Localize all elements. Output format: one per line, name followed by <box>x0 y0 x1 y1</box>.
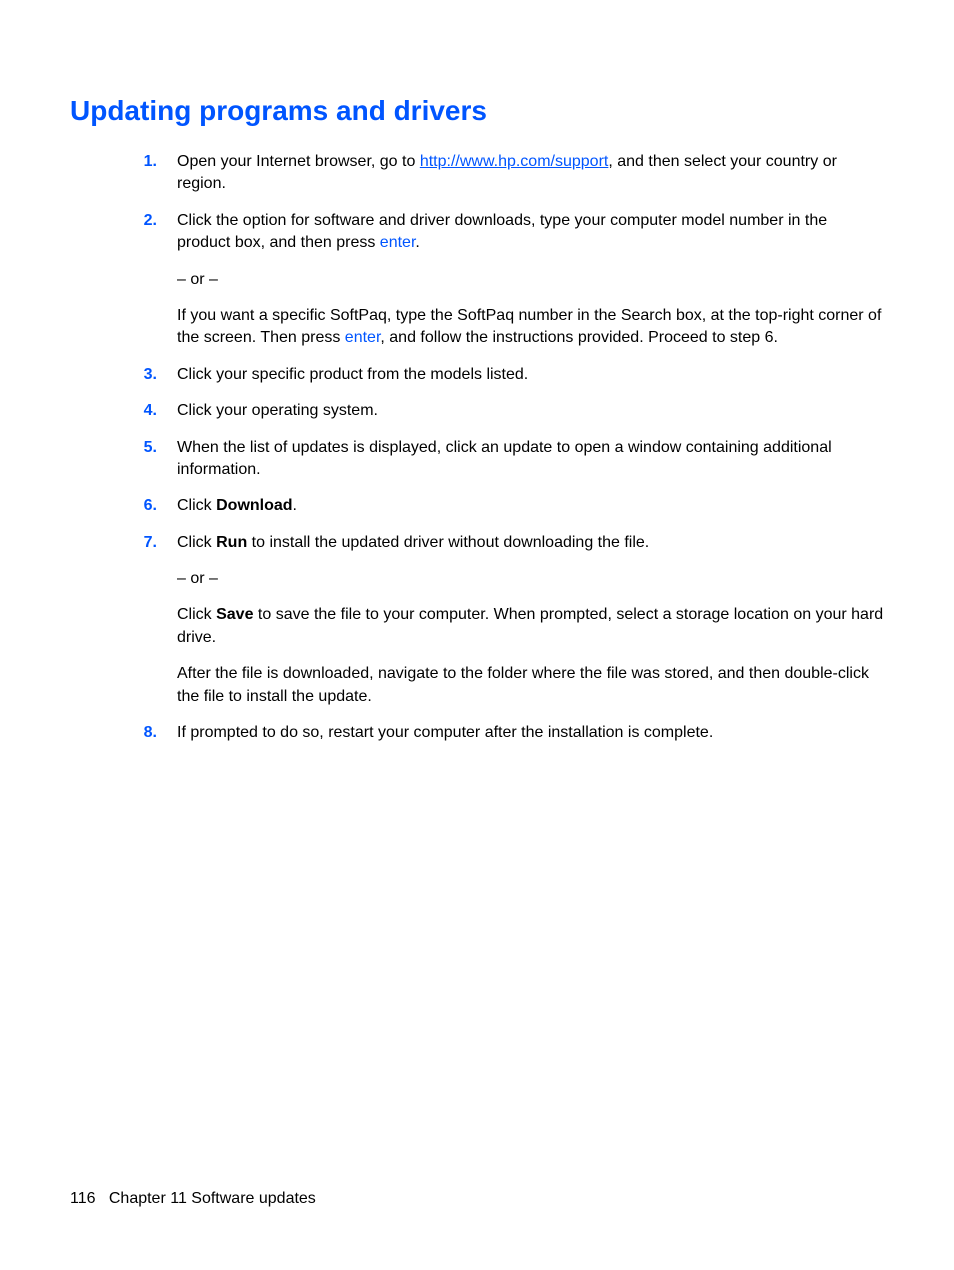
text: Click your operating system. <box>177 400 884 422</box>
list-item: 6. Click Download. <box>135 495 884 517</box>
list-item: 3. Click your specific product from the … <box>135 364 884 386</box>
item-content: If prompted to do so, restart your compu… <box>177 722 884 744</box>
list-item: 8. If prompted to do so, restart your co… <box>135 722 884 744</box>
or-separator: – or – <box>177 568 884 590</box>
item-content: Click the option for software and driver… <box>177 210 884 350</box>
text: If prompted to do so, restart your compu… <box>177 722 884 744</box>
download-bold: Download <box>216 497 292 514</box>
item-number: 5. <box>135 437 177 482</box>
item-number: 6. <box>135 495 177 517</box>
enter-key: enter <box>380 234 416 251</box>
text: Click <box>177 606 216 623</box>
or-separator: – or – <box>177 269 884 291</box>
enter-key: enter <box>345 329 381 346</box>
run-bold: Run <box>216 534 247 551</box>
text: Click the option for software and driver… <box>177 212 827 251</box>
item-number: 2. <box>135 210 177 350</box>
item-content: Click your specific product from the mod… <box>177 364 884 386</box>
text: , and follow the instructions provided. … <box>380 329 778 346</box>
item-number: 4. <box>135 400 177 422</box>
ordered-list: 1. Open your Internet browser, go to htt… <box>135 151 884 744</box>
page-footer: 116 Chapter 11 Software updates <box>70 1190 316 1208</box>
list-item: 4. Click your operating system. <box>135 400 884 422</box>
text: . <box>293 497 297 514</box>
save-bold: Save <box>216 606 253 623</box>
text: After the file is downloaded, navigate t… <box>177 663 884 708</box>
text: . <box>415 234 419 251</box>
text: Open your Internet browser, go to <box>177 153 420 170</box>
text: Click <box>177 534 216 551</box>
text: Click <box>177 497 216 514</box>
list-item: 1. Open your Internet browser, go to htt… <box>135 151 884 196</box>
text: to install the updated driver without do… <box>247 534 649 551</box>
text: Click your specific product from the mod… <box>177 364 884 386</box>
item-number: 7. <box>135 532 177 708</box>
item-number: 3. <box>135 364 177 386</box>
item-content: Click your operating system. <box>177 400 884 422</box>
item-content: When the list of updates is displayed, c… <box>177 437 884 482</box>
support-link[interactable]: http://www.hp.com/support <box>420 153 609 170</box>
list-item: 5. When the list of updates is displayed… <box>135 437 884 482</box>
list-item: 2. Click the option for software and dri… <box>135 210 884 350</box>
item-number: 1. <box>135 151 177 196</box>
chapter-label: Chapter 11 Software updates <box>109 1190 316 1207</box>
item-content: Click Run to install the updated driver … <box>177 532 884 708</box>
text: to save the file to your computer. When … <box>177 606 883 645</box>
item-content: Click Download. <box>177 495 884 517</box>
page-heading: Updating programs and drivers <box>70 95 884 127</box>
list-item: 7. Click Run to install the updated driv… <box>135 532 884 708</box>
item-number: 8. <box>135 722 177 744</box>
item-content: Open your Internet browser, go to http:/… <box>177 151 884 196</box>
text: When the list of updates is displayed, c… <box>177 437 884 482</box>
page-number: 116 <box>70 1190 96 1207</box>
